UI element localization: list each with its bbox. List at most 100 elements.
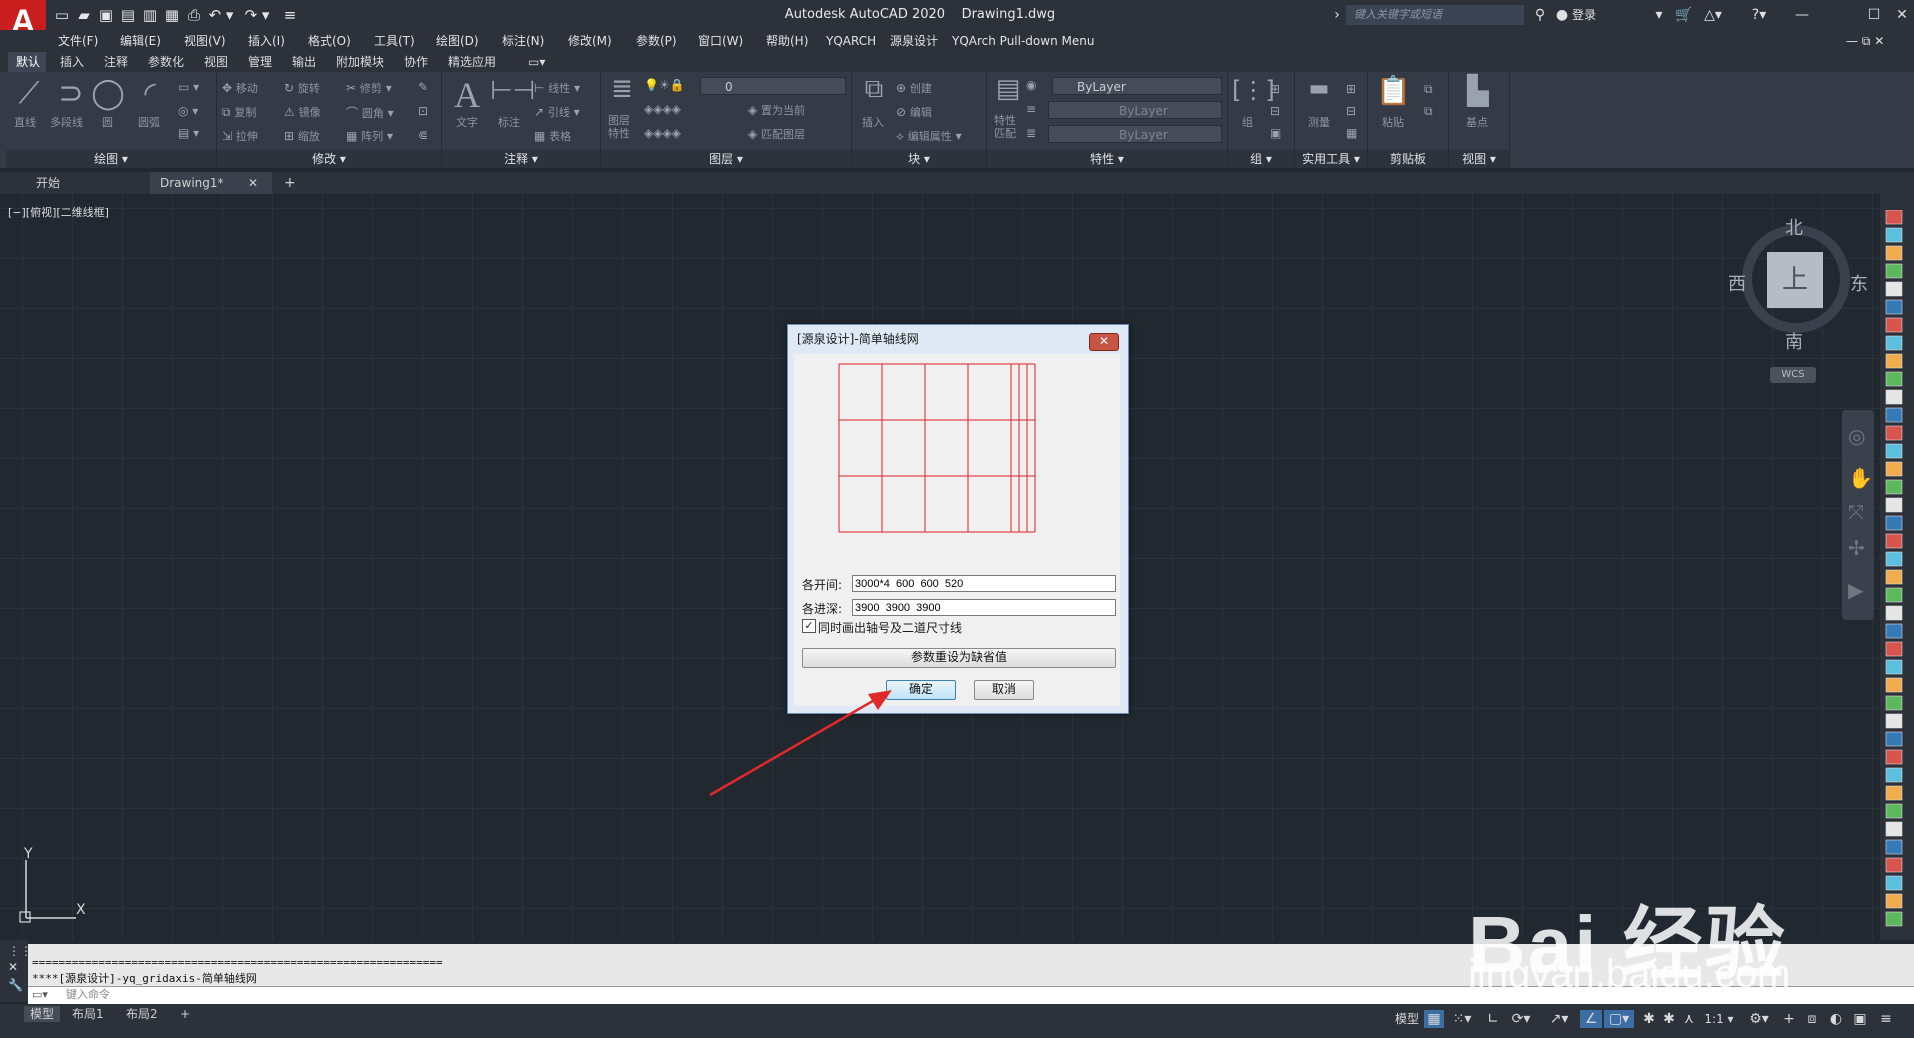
paste-icon[interactable]: 📋 [1376, 74, 1411, 107]
isodraft-icon[interactable]: ∠ [1580, 1010, 1602, 1028]
rotate-button[interactable]: ↻ 旋转 [284, 80, 320, 96]
yqarch-tool-icon[interactable] [1885, 515, 1903, 531]
yqarch-tool-icon[interactable] [1885, 371, 1903, 387]
save-as-icon[interactable]: ▤ [118, 5, 138, 25]
yqarch-tool-icon[interactable] [1885, 299, 1903, 315]
yqarch-toolbar-icons[interactable] [1884, 210, 1908, 940]
tab-view[interactable]: 视图 [204, 52, 228, 72]
edit-attr-button[interactable]: ⟡ 编辑属性 ▾ [896, 128, 962, 144]
copy-button[interactable]: ⧉ 复制 [222, 104, 256, 120]
paste-label[interactable]: 粘贴 [1382, 114, 1404, 130]
plus-icon[interactable]: + [1780, 1010, 1798, 1028]
insert-block-icon[interactable]: ⧉ [856, 74, 892, 105]
yqarch-tool-icon[interactable] [1885, 605, 1903, 621]
group-label[interactable]: 组 [1242, 114, 1253, 130]
cancel-button[interactable]: 取消 [974, 680, 1034, 700]
tab-featured-apps[interactable]: 精选应用 [448, 52, 496, 72]
yqarch-tool-icon[interactable] [1885, 767, 1903, 783]
match-layer-button[interactable]: ◈ 匹配图层 [748, 126, 805, 142]
yqarch-tool-icon[interactable] [1885, 461, 1903, 477]
yqarch-tool-icon[interactable] [1885, 569, 1903, 585]
command-prompt-icon[interactable]: ▭▾ [32, 988, 48, 1001]
color-wheel-icon[interactable]: ◉ [1026, 78, 1036, 92]
new-file-icon[interactable]: ▭ [52, 5, 72, 25]
color-dropdown[interactable]: ByLayer [1052, 77, 1222, 95]
layer-properties-icon[interactable]: ≣ [604, 74, 640, 104]
yqarch-tool-icon[interactable] [1885, 821, 1903, 837]
tab-manage[interactable]: 管理 [248, 52, 272, 72]
new-tab-icon[interactable]: + [284, 172, 300, 194]
osnap-tracking-icon[interactable]: ↗▾ [1544, 1010, 1574, 1028]
layer-properties-label[interactable]: 图层特性 [608, 114, 638, 140]
set-current-button[interactable]: ◈ 置为当前 [748, 102, 805, 118]
annotation-visibility-icon[interactable]: ✱ [1640, 1010, 1658, 1028]
tab-default[interactable]: 默认 [16, 52, 40, 72]
scale-button[interactable]: ⊞ 缩放 [284, 128, 320, 144]
yqarch-tool-icon[interactable] [1885, 803, 1903, 819]
base-view-label[interactable]: 基点 [1466, 114, 1488, 130]
yqarch-tool-icon[interactable] [1885, 641, 1903, 657]
compass-east[interactable]: 东 [1850, 270, 1868, 296]
dimension-icon[interactable]: ⊢⊣ [490, 76, 535, 106]
object-snap-icon[interactable]: ▢▾ [1604, 1010, 1634, 1028]
menu-edit[interactable]: 编辑(E) [120, 30, 161, 52]
yqarch-tool-icon[interactable] [1885, 659, 1903, 675]
panel-utilities-title[interactable]: 实用工具 ▾ [1295, 150, 1367, 168]
layer-tools-row1[interactable]: ◈◈◈◈ [644, 102, 681, 116]
mirror-button[interactable]: ⚠ 镜像 [284, 104, 321, 120]
yqarch-tool-icon[interactable] [1885, 857, 1903, 873]
panel-draw-title[interactable]: 绘图 ▾ [6, 150, 216, 168]
grid-icon[interactable]: ▦ [1424, 1010, 1444, 1028]
tab-output[interactable]: 输出 [292, 52, 316, 72]
viewcube-top-face[interactable]: 上 [1767, 252, 1823, 308]
steering-wheel-icon[interactable]: ◎ [1848, 424, 1865, 448]
lineweight-icon[interactable]: ≣ [1026, 126, 1036, 140]
close-tab-icon[interactable]: ✕ [248, 172, 264, 194]
annotation-scale-icon[interactable]: ⋏ [1680, 1010, 1698, 1028]
annotation-scale-auto-icon[interactable]: ✱ [1660, 1010, 1678, 1028]
yqarch-tool-icon[interactable] [1885, 227, 1903, 243]
compass-south[interactable]: 南 [1785, 328, 1803, 354]
linear-dim-button[interactable]: ⊢ 线性 ▾ [534, 80, 580, 96]
utility-tools-icons[interactable]: ⊞ ⊟ ▦ [1346, 78, 1357, 144]
command-customize-icon[interactable]: 🔧 [8, 978, 23, 992]
move-button[interactable]: ✥ 移动 [222, 80, 258, 96]
save-to-web-icon[interactable]: ▦ [162, 5, 182, 25]
create-block-button[interactable]: ⊕ 创建 [896, 80, 932, 96]
yqarch-tool-icon[interactable] [1885, 749, 1903, 765]
dimension-label[interactable]: 标注 [498, 114, 520, 130]
ortho-icon[interactable]: ∟ [1484, 1010, 1502, 1028]
wcs-menu[interactable]: WCS [1770, 367, 1816, 383]
snap-icon[interactable]: ⁙▾ [1448, 1010, 1476, 1028]
circle-label[interactable]: 圆 [102, 114, 113, 130]
menu-file[interactable]: 文件(F) [58, 30, 98, 52]
model-space-button[interactable]: 模型 [1390, 1010, 1424, 1028]
layout-tab-model[interactable]: 模型 [24, 1006, 61, 1022]
open-folder-icon[interactable]: ▰ [74, 5, 94, 25]
panel-annotation-title[interactable]: 注释 ▾ [442, 150, 600, 168]
yqarch-tool-icon[interactable] [1885, 623, 1903, 639]
menu-yqarch[interactable]: YQARCH [826, 30, 876, 52]
yqarch-tool-icon[interactable] [1885, 317, 1903, 333]
arc-label[interactable]: 圆弧 [138, 114, 160, 130]
panel-modify-title[interactable]: 修改 ▾ [217, 150, 441, 168]
fillet-button[interactable]: ⌒ 圆角 ▾ [346, 104, 394, 121]
panel-clipboard-title[interactable]: 剪贴板 [1368, 150, 1448, 168]
reset-defaults-button[interactable]: 参数重设为缺省值 [802, 648, 1116, 668]
panel-block-title[interactable]: 块 ▾ [852, 150, 986, 168]
orbit-icon[interactable]: ✢ [1848, 536, 1865, 560]
tab-annotate[interactable]: 注释 [104, 52, 128, 72]
yqarch-tool-icon[interactable] [1885, 245, 1903, 261]
menu-view[interactable]: 视图(V) [184, 30, 226, 52]
bays-input[interactable] [852, 575, 1116, 592]
erase-icon[interactable]: ✎ [418, 80, 428, 94]
array-button[interactable]: ▦ 阵列 ▾ [346, 128, 393, 144]
undo-icon[interactable]: ↶ ▾ [206, 5, 236, 25]
tab-start[interactable]: 开始 [22, 172, 150, 194]
hatch-icon[interactable]: ◎ ▾ [178, 104, 198, 118]
text-label[interactable]: 文字 [456, 114, 478, 130]
trim-button[interactable]: ✂ 修剪 ▾ [346, 80, 392, 96]
base-view-icon[interactable]: ▙ [1460, 74, 1496, 107]
yqarch-tool-icon[interactable] [1885, 533, 1903, 549]
zoom-icon[interactable]: ⤧ [1848, 500, 1864, 524]
